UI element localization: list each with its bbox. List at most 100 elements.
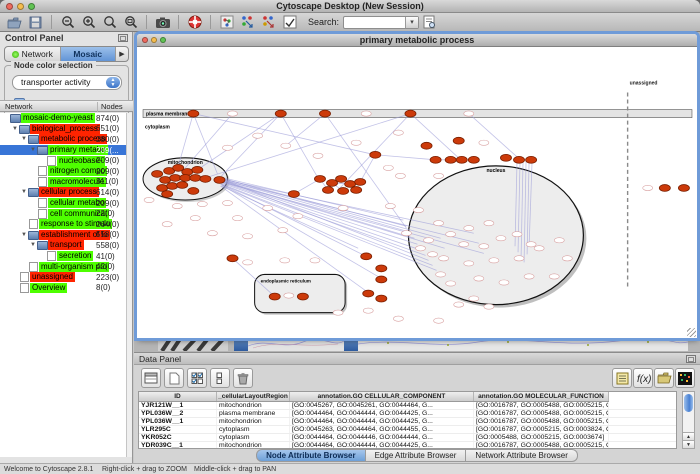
network-node[interactable] bbox=[162, 222, 172, 227]
plasma-membrane-region[interactable] bbox=[143, 110, 692, 118]
network-node[interactable] bbox=[200, 176, 211, 183]
tab-mosaic[interactable]: Mosaic bbox=[61, 47, 117, 61]
table-row[interactable]: YKR052Ccytoplasm[GO:0044464, GO:0044446,… bbox=[139, 434, 676, 442]
network-node[interactable] bbox=[383, 165, 393, 170]
network-node[interactable] bbox=[278, 228, 288, 233]
tree-row[interactable]: ▼metabolic process280(0) bbox=[0, 134, 127, 145]
tree-row[interactable]: nucleobase-209(0) bbox=[0, 155, 127, 166]
network-node[interactable] bbox=[280, 258, 290, 263]
network-node[interactable] bbox=[227, 255, 238, 262]
network-node[interactable] bbox=[222, 200, 232, 205]
network-node[interactable] bbox=[144, 197, 154, 202]
network-node[interactable] bbox=[484, 221, 494, 226]
network-node[interactable] bbox=[456, 156, 467, 163]
zoom-selected-icon[interactable] bbox=[122, 14, 139, 30]
network-view-titlebar[interactable]: primary metabolic process bbox=[137, 34, 697, 47]
network-node[interactable] bbox=[464, 261, 474, 266]
network-node[interactable] bbox=[363, 290, 374, 297]
network-node[interactable] bbox=[549, 274, 559, 279]
network-node[interactable] bbox=[464, 111, 474, 116]
network-node[interactable] bbox=[222, 145, 232, 150]
network-node[interactable] bbox=[355, 179, 366, 186]
more-tabs-arrow-icon[interactable]: ▶ bbox=[116, 47, 128, 61]
network-node[interactable] bbox=[514, 156, 525, 163]
tab-edge-attribute-browser[interactable]: Edge Attribute Browser bbox=[366, 449, 467, 462]
network-node[interactable] bbox=[361, 253, 372, 260]
search-dropdown-icon[interactable]: ▾ bbox=[405, 17, 418, 28]
network-edge[interactable] bbox=[469, 114, 518, 158]
network-node[interactable] bbox=[439, 256, 449, 261]
network-node[interactable] bbox=[190, 175, 201, 182]
network-edge[interactable] bbox=[185, 114, 232, 168]
network-node[interactable] bbox=[413, 207, 423, 212]
network-node[interactable] bbox=[562, 256, 572, 261]
scroll-up-icon[interactable]: ▲ bbox=[683, 432, 694, 440]
network-node[interactable] bbox=[468, 156, 479, 163]
network-node[interactable] bbox=[376, 265, 387, 272]
tree-row[interactable]: secretion41(0) bbox=[0, 251, 127, 262]
network-edge[interactable] bbox=[286, 114, 325, 146]
network-node[interactable] bbox=[197, 201, 207, 206]
network-node[interactable] bbox=[227, 111, 237, 116]
network-node[interactable] bbox=[243, 260, 253, 265]
network-node[interactable] bbox=[188, 110, 199, 117]
network-edge[interactable] bbox=[221, 182, 421, 250]
table-row[interactable]: YDR039C__1mitochondrion[GO:0044464, GO:0… bbox=[139, 442, 676, 449]
network-overview-icon[interactable] bbox=[218, 14, 235, 30]
tree-row[interactable]: ▼cellular process614(0) bbox=[0, 187, 127, 198]
float-panel-icon[interactable] bbox=[686, 355, 696, 363]
network-node[interactable] bbox=[512, 232, 522, 237]
network-node[interactable] bbox=[177, 182, 188, 189]
network-node[interactable] bbox=[430, 156, 441, 163]
nucleus-region[interactable] bbox=[408, 166, 583, 305]
network-node[interactable] bbox=[446, 281, 456, 286]
network-node[interactable] bbox=[361, 111, 371, 116]
network-node[interactable] bbox=[313, 153, 323, 158]
network-node[interactable] bbox=[338, 188, 349, 195]
select-attributes-button[interactable] bbox=[187, 368, 207, 388]
network-node[interactable] bbox=[415, 246, 425, 251]
function-builder-button[interactable]: f(x) bbox=[633, 368, 653, 388]
network-node[interactable] bbox=[421, 142, 432, 149]
network-node[interactable] bbox=[395, 173, 405, 178]
network-node[interactable] bbox=[336, 176, 347, 183]
expand-arrow-icon[interactable]: ▼ bbox=[21, 136, 28, 142]
tree-row[interactable]: unassigned223(0) bbox=[0, 272, 127, 283]
network-node[interactable] bbox=[496, 236, 506, 241]
network-node[interactable] bbox=[190, 216, 200, 221]
node-color-combo[interactable]: transporter activity ▲▼ bbox=[12, 75, 122, 90]
tree-row[interactable]: ▼transport558(0) bbox=[0, 240, 127, 251]
network-tree-header[interactable]: Network Nodes bbox=[0, 100, 133, 112]
table-row[interactable]: YPL036W__2plasma membrane[GO:0044464, GO… bbox=[139, 410, 676, 418]
attribute-table[interactable]: ID_cellularLayoutRegionannotation.GO CEL… bbox=[138, 391, 677, 449]
network-node[interactable] bbox=[643, 185, 653, 190]
network-node[interactable] bbox=[459, 242, 469, 247]
network-node[interactable] bbox=[393, 130, 403, 135]
zoom-in-icon[interactable] bbox=[80, 14, 97, 30]
table-header-cell[interactable]: annotation.GO MOLECULAR_FUNCTION bbox=[474, 392, 609, 401]
layout-red-icon[interactable] bbox=[260, 14, 277, 30]
network-edge[interactable] bbox=[221, 114, 280, 176]
tree-row[interactable]: ▼biological_process651(0) bbox=[0, 124, 127, 135]
network-node[interactable] bbox=[405, 110, 416, 117]
network-node[interactable] bbox=[534, 246, 544, 251]
tab-network-attribute-browser[interactable]: Network Attribute Browser bbox=[466, 449, 577, 462]
tree-scrollbar[interactable] bbox=[126, 113, 132, 457]
window-titlebar[interactable]: Cytoscape Desktop (New Session) bbox=[0, 0, 700, 13]
network-node[interactable] bbox=[263, 205, 273, 210]
network-node[interactable] bbox=[434, 221, 444, 226]
table-row[interactable]: YJR121W__1mitochondrion[GO:0045267, GO:0… bbox=[139, 402, 676, 410]
network-node[interactable] bbox=[167, 183, 178, 190]
network-node[interactable] bbox=[393, 316, 403, 321]
network-node[interactable] bbox=[310, 258, 320, 263]
network-node[interactable] bbox=[152, 170, 163, 177]
network-node[interactable] bbox=[454, 302, 464, 307]
network-node[interactable] bbox=[293, 214, 303, 219]
tab-node-attribute-browser[interactable]: Node Attribute Browser bbox=[256, 449, 366, 462]
network-node[interactable] bbox=[253, 133, 263, 138]
scroll-down-icon[interactable]: ▼ bbox=[683, 440, 694, 448]
network-node[interactable] bbox=[428, 252, 438, 257]
tree-row[interactable]: ▼primary metabo209(... bbox=[0, 145, 127, 156]
network-node[interactable] bbox=[436, 272, 446, 277]
tree-row[interactable]: multi-organism pro42(0) bbox=[0, 261, 127, 272]
